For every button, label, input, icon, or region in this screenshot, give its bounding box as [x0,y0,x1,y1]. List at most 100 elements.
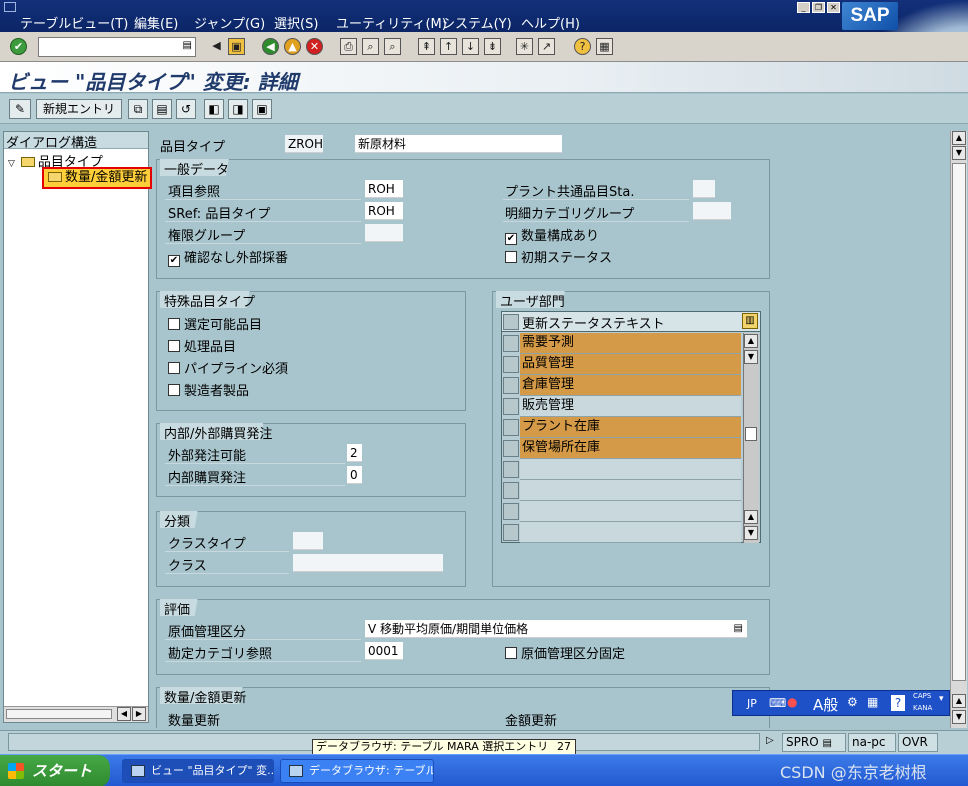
task-data-browser[interactable]: データブラウザ: テーブル... [280,759,434,783]
column-header-status-text[interactable]: 更新ステータステキスト [522,313,665,332]
select-all-icon[interactable]: ▣ [252,99,272,119]
ime-dictionary-icon[interactable]: ▦ [867,695,878,709]
table-page-down-icon[interactable]: ▼ [744,526,758,540]
cancel-icon[interactable]: ✕ [306,38,323,55]
collapse-field-icon[interactable]: ◀ [208,38,225,55]
tree-scroll-thumb[interactable] [6,709,112,719]
table-row[interactable] [502,522,742,543]
input-mode[interactable]: A般 [813,694,838,715]
display-change-icon[interactable]: ✎ [9,99,31,119]
table-vertical-scrollbar[interactable]: ▲ ▼ ▲ ▼ [743,333,759,543]
status-transaction[interactable]: SPRO ▤ [782,733,846,752]
authorization-group-input[interactable] [365,224,403,242]
task-view-material-type[interactable]: ビュー "品目タイプ" 変... [122,759,274,783]
menu-table-view[interactable]: テーブルビュー(T) [20,13,128,32]
table-row[interactable] [502,501,742,522]
row-selector[interactable] [503,482,519,499]
table-scroll-thumb[interactable] [745,427,757,441]
copy-as-icon[interactable]: ⧉ [128,99,148,119]
previous-entry-icon[interactable]: ◧ [204,99,224,119]
price-control-fixed-checkbox[interactable]: 原価管理区分固定 [505,643,625,662]
tree-node-qty-value-update[interactable]: 数量/金額更新 [42,167,152,189]
menu-edit[interactable]: 編集(E) [134,13,178,32]
initial-status-checkbox[interactable]: 初期ステータス [505,247,612,266]
expand-triangle-icon[interactable]: ▽ [8,159,15,169]
find-icon[interactable]: ⌕ [362,38,379,55]
page-down-icon[interactable]: ▼ [952,710,966,724]
table-row[interactable]: 保管場所在庫 [502,438,742,459]
save-icon[interactable]: ▣ [228,38,245,55]
new-entries-button[interactable]: 新規エントリ [36,99,122,119]
scroll-left-icon[interactable]: ◀ [117,707,131,721]
process-material-checkbox[interactable]: 処理品目 [168,336,236,355]
row-selector[interactable] [503,461,519,478]
shortcut-icon[interactable]: ↗ [538,38,555,55]
table-row[interactable] [502,459,742,480]
table-scroll-down-icon[interactable]: ▼ [744,350,758,364]
create-session-icon[interactable]: ✳ [516,38,533,55]
checkbox-unchecked-icon[interactable] [505,647,517,659]
external-purchase-input[interactable]: 2 [347,444,362,462]
account-category-input[interactable]: 0001 [365,642,403,660]
restore-icon[interactable]: ❐ [812,2,825,13]
undo-change-icon[interactable]: ↺ [176,99,196,119]
delete-icon[interactable]: ▤ [152,99,172,119]
tree-horizontal-scrollbar[interactable]: ◀ ▶ [4,706,148,722]
last-page-icon[interactable]: ⇟ [484,38,501,55]
row-selector[interactable] [503,377,519,394]
command-input[interactable] [39,38,177,56]
previous-page-icon[interactable]: ↑ [440,38,457,55]
table-row[interactable]: 倉庫管理 [502,375,742,396]
select-all-rows-icon[interactable] [503,314,519,330]
external-numbering-checkbox[interactable]: ✔ 確認なし外部採番 [168,247,288,267]
ime-language[interactable]: JP [747,697,757,710]
main-scroll-thumb[interactable] [952,163,966,681]
checkbox-checked-icon[interactable]: ✔ [168,255,180,267]
checkbox-checked-icon[interactable]: ✔ [505,233,517,245]
command-history-icon[interactable]: ▤ [183,40,192,51]
item-category-group-input[interactable] [693,202,731,220]
main-vertical-scrollbar[interactable]: ▲ ▼ ▲ ▼ [950,131,967,728]
checkbox-unchecked-icon[interactable] [168,384,180,396]
menu-utilities[interactable]: ユーティリティ(M) [336,13,447,32]
pipeline-mandatory-checkbox[interactable]: パイプライン必須 [168,358,288,377]
checkbox-unchecked-icon[interactable] [168,362,180,374]
menu-help[interactable]: ヘルプ(H) [521,13,580,32]
ime-options-icon[interactable]: ▾ [939,694,944,704]
next-entry-icon[interactable]: ◨ [228,99,248,119]
print-icon[interactable]: ⎙ [340,38,357,55]
table-row[interactable]: 販売管理 [502,396,742,417]
row-selector[interactable] [503,335,519,352]
back-icon[interactable]: ◀ [262,38,279,55]
menu-goto[interactable]: ジャンプ(G) [194,13,265,32]
row-selector[interactable] [503,356,519,373]
table-row[interactable]: 需要予測 [502,333,742,354]
minimize-icon[interactable]: _ [797,2,810,13]
command-field[interactable]: ▤ [38,37,196,57]
with-bom-checkbox[interactable]: ✔ 数量構成あり [505,225,599,245]
close-window-icon[interactable]: ✕ [827,2,840,13]
scroll-up-icon[interactable]: ▲ [952,131,966,145]
row-selector[interactable] [503,503,519,520]
plant-status-input[interactable] [693,180,715,198]
status-insert-mode[interactable]: OVR [898,733,938,752]
manufacturer-part-checkbox[interactable]: 製造者製品 [168,380,249,399]
status-expand-icon[interactable]: ▷ [766,735,774,746]
scroll-right-icon[interactable]: ▶ [132,707,146,721]
configurable-material-checkbox[interactable]: 選定可能品目 [168,314,262,333]
table-row[interactable] [502,480,742,501]
row-selector[interactable] [503,524,519,541]
table-page-up-icon[interactable]: ▲ [744,510,758,524]
row-selector[interactable] [503,419,519,436]
checkbox-unchecked-icon[interactable] [168,340,180,352]
checkbox-unchecked-icon[interactable] [168,318,180,330]
dropdown-icon[interactable]: ▤ [734,620,743,637]
start-button[interactable]: スタート [0,755,110,786]
material-type-description[interactable]: 新原材料 [355,135,562,153]
price-control-select[interactable]: V 移動平均原価/期間単位価格 ▤ [365,620,747,638]
class-input[interactable] [293,554,443,572]
help-icon[interactable]: ? [574,38,591,55]
first-page-icon[interactable]: ⇞ [418,38,435,55]
ime-help-icon[interactable]: ? [891,695,905,711]
row-selector[interactable] [503,440,519,457]
